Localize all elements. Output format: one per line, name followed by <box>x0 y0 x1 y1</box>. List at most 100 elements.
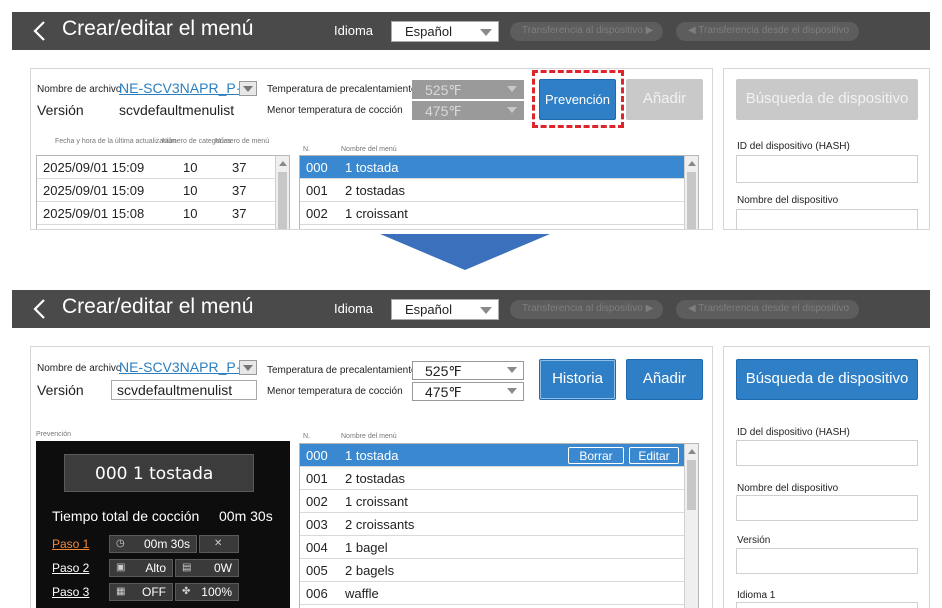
fan-box-icon: ▣ <box>116 562 126 573</box>
transfer-to-device-button[interactable]: Transferencia al dispositivo ▶ <box>510 22 664 41</box>
language-select[interactable]: Español <box>391 299 499 320</box>
delete-button[interactable]: Borrar <box>568 447 624 464</box>
min-temp-select: 475℉ <box>412 101 524 120</box>
transfer-from-device-button[interactable]: ◀ Transferencia desde el dispositivo <box>676 22 860 41</box>
version-field[interactable]: scvdefaultmenulist <box>111 380 257 400</box>
menu-name: 1 bagel <box>345 540 388 555</box>
history-menus: 37 <box>232 183 247 198</box>
preheat-label: Temperatura de precalentamiento <box>267 84 417 95</box>
menu-row-selected[interactable]: 000 1 tostada <box>300 156 684 179</box>
step-2-link[interactable]: Paso 2 <box>52 561 89 575</box>
file-name-link[interactable]: NE-SCV3NAPR_P··· <box>119 80 250 96</box>
step-1-link[interactable]: Paso 1 <box>52 537 89 551</box>
hash-field[interactable] <box>736 440 918 466</box>
step-3-link[interactable]: Paso 3 <box>52 585 89 599</box>
history-header-menus: Número de menú <box>215 138 270 145</box>
version-label: Versión <box>37 382 84 398</box>
step-2-microwave: ▤ 0W <box>175 559 239 577</box>
language-select[interactable]: Español <box>391 21 499 42</box>
scroll-up-icon[interactable] <box>279 161 287 166</box>
file-dropdown-button[interactable] <box>239 360 257 375</box>
preview-button[interactable]: Prevención <box>539 79 616 120</box>
menu-name: 1 croissant <box>345 494 408 509</box>
step-2-fan: ▣ Alto <box>109 559 173 577</box>
menu-scrollbar[interactable] <box>684 444 698 608</box>
preheat-select: 525℉ <box>412 80 524 99</box>
min-temp-value: 475℉ <box>425 103 462 119</box>
menu-name: 2 bagels <box>345 563 395 578</box>
menu-list[interactable]: 000 1 tostada Borrar Editar 001 2 tostada… <box>299 443 699 608</box>
device-name-field[interactable] <box>736 495 918 521</box>
min-temp-label: Menor temperatura de cocción <box>267 386 403 397</box>
history-date: 2025/09/01 15:08 <box>43 206 145 221</box>
step-1-time: ◷ 00m 30s <box>109 535 197 553</box>
menu-row[interactable]: 004 1 bagel <box>300 536 684 559</box>
menu-row[interactable]: 005 2 bagels <box>300 559 684 582</box>
device-panel-bottom: Búsqueda de dispositivo ID del dispositi… <box>723 346 930 608</box>
preview-total-value: 00m 30s <box>219 508 273 524</box>
history-categories: 10 <box>183 160 198 175</box>
menu-row[interactable]: 001 2 tostadas <box>300 179 684 202</box>
menu-row[interactable]: 001 2 tostadas <box>300 467 684 490</box>
transfer-to-device-button[interactable]: Transferencia al dispositivo ▶ <box>510 300 664 319</box>
menu-row[interactable]: 003 2 croissants <box>300 513 684 536</box>
language-label: Idioma <box>334 23 374 38</box>
preheat-label: Temperatura de precalentamiento <box>267 365 417 376</box>
file-dropdown-button[interactable] <box>239 81 257 96</box>
history-row[interactable]: 2025/09/01 15:08 10 37 <box>37 202 275 225</box>
add-button[interactable]: Añadir <box>626 359 703 400</box>
chevron-down-icon <box>507 86 517 92</box>
menu-header-number: N. <box>303 433 310 440</box>
file-name-link[interactable]: NE-SCV3NAPR_P··· <box>119 359 250 375</box>
back-arrow-icon[interactable] <box>30 20 50 42</box>
menu-list[interactable]: 000 1 tostada 001 2 tostadas 002 1 croissan… <box>299 155 699 229</box>
step-3-fan: ✤ 100% <box>175 583 239 601</box>
header-bar: Crear/editar el menú Idioma Español Tran… <box>12 12 930 50</box>
menu-number: 004 <box>306 540 328 555</box>
history-row[interactable]: 2025/09/01 15:09 10 37 <box>37 179 275 202</box>
version-label: Versión <box>37 102 84 118</box>
history-row[interactable]: 2025/09/01 15:09 10 37 <box>37 156 275 179</box>
device-search-button[interactable]: Búsqueda de dispositivo <box>736 359 918 400</box>
preview-menu-name: 000 1 tostada <box>64 454 254 492</box>
device-version-field[interactable] <box>736 548 918 574</box>
hash-label: ID del dispositivo (HASH) <box>737 141 850 152</box>
menu-scrollbar[interactable] <box>684 156 698 229</box>
scroll-thumb[interactable] <box>687 460 696 510</box>
step-1-sound: ✕ <box>199 535 239 553</box>
mute-icon: ✕ <box>214 538 223 549</box>
menu-row[interactable]: 006 waffle <box>300 582 684 605</box>
transfer-from-device-button[interactable]: ◀ Transferencia desde el dispositivo <box>676 300 860 319</box>
device-language-field[interactable] <box>736 602 918 608</box>
down-arrow-icon <box>380 234 550 270</box>
menu-number: 006 <box>306 586 328 601</box>
history-button[interactable]: Historia <box>539 359 616 400</box>
menu-name: 1 tostada <box>345 448 399 463</box>
history-scrollbar[interactable] <box>275 156 289 229</box>
menu-name: 1 croissant <box>345 206 408 221</box>
scroll-up-icon[interactable] <box>688 161 696 166</box>
menu-number: 005 <box>306 563 328 578</box>
page-title: Crear/editar el menú <box>62 17 254 40</box>
history-categories: 10 <box>183 183 198 198</box>
preheat-select[interactable]: 525℉ <box>412 361 524 380</box>
back-arrow-icon[interactable] <box>30 298 50 320</box>
language-value: Español <box>405 302 452 317</box>
scroll-thumb[interactable] <box>687 172 696 229</box>
hash-field[interactable] <box>736 155 918 183</box>
scroll-up-icon[interactable] <box>688 449 696 454</box>
menu-row[interactable]: 002 1 croissant <box>300 202 684 225</box>
page-title: Crear/editar el menú <box>62 295 254 318</box>
history-list[interactable]: 2025/09/01 15:09 10 37 2025/09/01 15:09 10 3… <box>36 155 290 229</box>
version-value: scvdefaultmenulist <box>119 102 235 118</box>
min-temp-select[interactable]: 475℉ <box>412 382 524 401</box>
edit-button[interactable]: Editar <box>629 447 679 464</box>
menu-row-selected[interactable]: 000 1 tostada Borrar Editar <box>300 444 684 467</box>
menu-row[interactable]: 002 1 croissant <box>300 490 684 513</box>
scroll-thumb[interactable] <box>278 172 287 229</box>
preheat-value: 525℉ <box>425 363 462 379</box>
device-name-field[interactable] <box>736 209 918 229</box>
history-header-categories: Número de categorías <box>162 138 232 145</box>
min-temp-label: Menor temperatura de cocción <box>267 105 403 116</box>
menu-number: 003 <box>306 517 328 532</box>
